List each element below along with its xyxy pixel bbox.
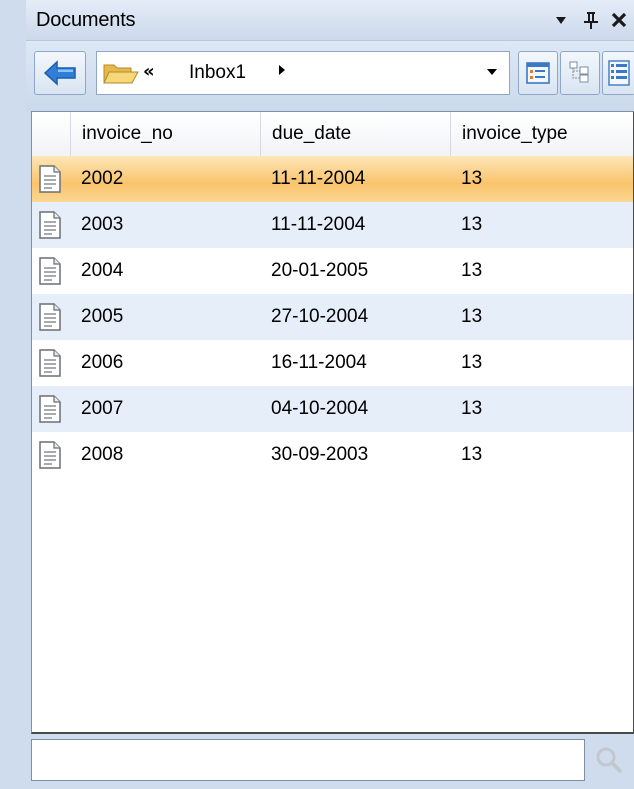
cell-invoice-type: 13 xyxy=(461,306,483,327)
open-folder-icon xyxy=(103,64,139,84)
search-bar xyxy=(31,739,634,785)
dropdown-icon[interactable] xyxy=(548,6,574,34)
panel-title-bar[interactable]: Documents xyxy=(26,0,634,41)
cell-due-date: 11-11-2004 xyxy=(271,168,366,189)
table-row[interactable]: 2005 27-10-2004 13 xyxy=(32,294,633,340)
cell-invoice-type: 13 xyxy=(461,398,483,419)
list-header: invoice_no due_date invoice_type xyxy=(32,112,633,157)
cell-invoice-no: 2002 xyxy=(81,168,124,189)
column-header-invoice-type[interactable]: invoice_type xyxy=(450,112,633,156)
cell-invoice-no: 2006 xyxy=(81,352,124,373)
cell-invoice-type: 13 xyxy=(461,444,483,465)
document-icon xyxy=(39,211,61,239)
list-view-button[interactable] xyxy=(602,51,634,95)
close-icon[interactable] xyxy=(606,6,632,34)
column-header-invoice-no[interactable]: invoice_no xyxy=(70,112,260,156)
cell-due-date: 30-09-2003 xyxy=(271,444,369,465)
cell-invoice-type: 13 xyxy=(461,260,483,281)
cell-invoice-no: 2003 xyxy=(81,214,124,235)
address-bar[interactable]: « Inbox1 xyxy=(96,51,510,95)
breadcrumb-arrow-icon[interactable] xyxy=(277,63,287,81)
cell-due-date: 16-11-2004 xyxy=(271,352,367,373)
documents-list[interactable]: invoice_no due_date invoice_type 2002 11-… xyxy=(31,111,634,734)
cell-invoice-no: 2008 xyxy=(81,444,124,465)
magnifier-icon xyxy=(596,747,622,773)
pin-icon[interactable] xyxy=(578,6,604,34)
search-input[interactable] xyxy=(31,739,585,781)
search-button[interactable] xyxy=(587,739,631,781)
panel-title: Documents xyxy=(36,9,136,31)
tree-view-icon xyxy=(569,61,589,83)
cell-invoice-type: 13 xyxy=(461,214,483,235)
cell-due-date: 27-10-2004 xyxy=(271,306,369,327)
column-header-due-date[interactable]: due_date xyxy=(260,112,450,156)
document-icon xyxy=(39,165,61,193)
back-arrow-icon xyxy=(43,60,76,86)
table-row[interactable]: 2007 04-10-2004 13 xyxy=(32,386,633,432)
details-view-icon xyxy=(526,62,550,84)
documents-panel: Documents « Inbox1 invoice_no due_date i… xyxy=(0,0,634,789)
list-view-icon xyxy=(608,60,630,86)
cell-invoice-type: 13 xyxy=(461,168,483,189)
table-row[interactable]: 2002 11-11-2004 13 xyxy=(32,156,633,202)
tree-view-button[interactable] xyxy=(560,51,600,95)
cell-invoice-type: 13 xyxy=(461,352,483,373)
document-icon xyxy=(39,349,61,377)
cell-due-date: 20-01-2005 xyxy=(271,260,369,281)
cell-due-date: 04-10-2004 xyxy=(271,398,369,419)
cell-invoice-no: 2004 xyxy=(81,260,124,281)
table-row[interactable]: 2004 20-01-2005 13 xyxy=(32,248,633,294)
breadcrumb-inbox1[interactable]: Inbox1 xyxy=(189,62,246,84)
details-view-button[interactable] xyxy=(518,51,558,95)
address-dropdown-icon[interactable] xyxy=(485,65,499,83)
navigation-toolbar: « Inbox1 xyxy=(26,41,634,111)
back-button[interactable] xyxy=(34,51,86,95)
cell-due-date: 11-11-2004 xyxy=(271,214,366,235)
table-row[interactable]: 2006 16-11-2004 13 xyxy=(32,340,633,386)
cell-invoice-no: 2007 xyxy=(81,398,124,419)
cell-invoice-no: 2005 xyxy=(81,306,124,327)
breadcrumb-overflow-button[interactable]: « xyxy=(143,61,155,82)
document-icon xyxy=(39,441,61,469)
table-row[interactable]: 2003 11-11-2004 13 xyxy=(32,202,633,248)
table-row[interactable]: 2008 30-09-2003 13 xyxy=(32,432,633,478)
document-icon xyxy=(39,257,61,285)
document-icon xyxy=(39,303,61,331)
document-icon xyxy=(39,395,61,423)
